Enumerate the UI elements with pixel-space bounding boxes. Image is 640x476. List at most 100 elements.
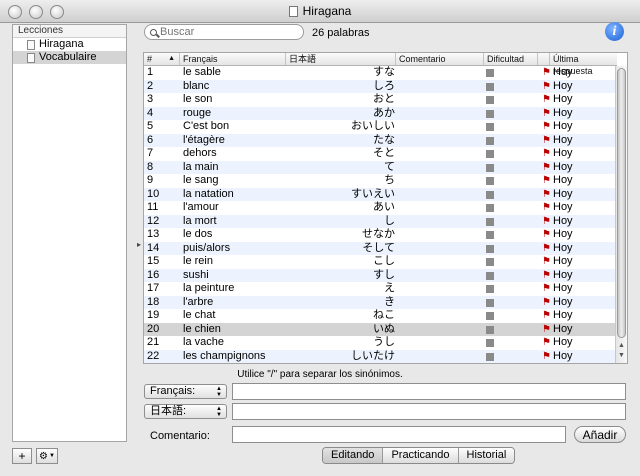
table-row[interactable]: 6 l'étagère たな ⚑ Hoy	[144, 133, 617, 148]
japanese-word[interactable]: しいたけ	[286, 350, 395, 364]
table-row[interactable]: 12 la mort し ⚑ Hoy	[144, 214, 617, 229]
french-word[interactable]: la mort	[183, 215, 283, 229]
french-word[interactable]: blanc	[183, 80, 283, 94]
french-word[interactable]: la peinture	[183, 282, 283, 296]
difficulty-indicator[interactable]	[486, 163, 494, 172]
french-word[interactable]: le sable	[183, 66, 283, 80]
french-word[interactable]: la main	[183, 161, 283, 175]
scroll-down-arrow[interactable]: ▼	[618, 352, 625, 359]
difficulty-indicator[interactable]	[486, 136, 494, 145]
close-window-button[interactable]	[8, 5, 22, 19]
japanese-word[interactable]: たな	[286, 134, 395, 148]
french-word[interactable]: la vache	[183, 336, 283, 350]
french-word[interactable]: le son	[183, 93, 283, 107]
french-word[interactable]: les champignons	[183, 350, 283, 364]
zoom-window-button[interactable]	[50, 5, 64, 19]
column-header-flag[interactable]	[538, 53, 550, 65]
french-word[interactable]: puis/alors	[183, 242, 283, 256]
table-row[interactable]: 10 la natation すいえい ⚑ Hoy	[144, 187, 617, 202]
japanese-word[interactable]: おいしい	[286, 120, 395, 134]
french-word[interactable]: la natation	[183, 188, 283, 202]
difficulty-indicator[interactable]	[486, 298, 494, 307]
scrollbar-thumb[interactable]	[617, 68, 626, 338]
difficulty-indicator[interactable]	[486, 258, 494, 266]
japanese-word[interactable]: あい	[286, 201, 395, 215]
table-row[interactable]: 21 la vache うし ⚑ Hoy	[144, 336, 617, 350]
difficulty-indicator[interactable]	[486, 123, 494, 131]
field1-input[interactable]	[232, 383, 626, 400]
difficulty-indicator[interactable]	[486, 109, 494, 118]
table-row[interactable]: 19 le chat ねこ ⚑ Hoy	[144, 309, 617, 323]
difficulty-indicator[interactable]	[486, 217, 494, 226]
field1-language-select[interactable]: Français: ▲ ▼	[144, 384, 227, 399]
table-row[interactable]: 2 blanc しろ ⚑ Hoy	[144, 79, 617, 94]
french-word[interactable]: rouge	[183, 107, 283, 121]
table-row[interactable]: 9 le sang ち ⚑ Hoy	[144, 174, 617, 188]
difficulty-indicator[interactable]	[486, 339, 494, 347]
japanese-word[interactable]: き	[286, 296, 395, 310]
table-row[interactable]: 22 les champignons しいたけ ⚑ Hoy	[144, 349, 617, 364]
french-word[interactable]: l'étagère	[183, 134, 283, 148]
difficulty-indicator[interactable]	[486, 352, 494, 361]
difficulty-indicator[interactable]	[486, 231, 494, 239]
field2-language-select[interactable]: 日本語: ▲ ▼	[144, 404, 227, 419]
japanese-word[interactable]: し	[286, 215, 395, 229]
difficulty-indicator[interactable]	[486, 285, 494, 293]
search-input[interactable]	[157, 26, 290, 38]
japanese-word[interactable]: すし	[286, 269, 395, 283]
japanese-word[interactable]: せなか	[286, 228, 395, 242]
french-word[interactable]: l'arbre	[183, 296, 283, 310]
japanese-word[interactable]: うし	[286, 336, 395, 350]
table-row[interactable]: 8 la main て ⚑ Hoy	[144, 160, 617, 175]
tab-historial[interactable]: Historial	[458, 448, 515, 463]
japanese-word[interactable]: あか	[286, 107, 395, 121]
tab-practicando[interactable]: Practicando	[383, 448, 459, 463]
japanese-word[interactable]: て	[286, 161, 395, 175]
japanese-word[interactable]: え	[286, 282, 395, 296]
french-word[interactable]: le rein	[183, 255, 283, 269]
column-header-ultima-respuesta[interactable]: Última respuesta	[550, 53, 617, 76]
japanese-word[interactable]: そと	[286, 147, 395, 161]
table-row[interactable]: 20 le chien いぬ ⚑ Hoy	[144, 322, 617, 337]
difficulty-indicator[interactable]	[486, 204, 494, 212]
difficulty-indicator[interactable]	[486, 190, 494, 199]
difficulty-indicator[interactable]	[486, 271, 494, 280]
french-word[interactable]: le chat	[183, 309, 283, 323]
field2-input[interactable]	[232, 403, 626, 420]
difficulty-indicator[interactable]	[486, 82, 494, 91]
table-scrollbar[interactable]: ▲ ▼	[615, 66, 627, 363]
sidebar-item-vocabulaire[interactable]: Vocabulaire	[13, 51, 126, 64]
difficulty-indicator[interactable]	[486, 325, 494, 334]
table-row[interactable]: 15 le rein こし ⚑ Hoy	[144, 255, 617, 269]
japanese-word[interactable]: そして	[286, 242, 395, 256]
french-word[interactable]: dehors	[183, 147, 283, 161]
add-lesson-button[interactable]: +	[12, 448, 32, 464]
table-row[interactable]: 13 le dos せなか ⚑ Hoy	[144, 228, 617, 242]
french-word[interactable]: le dos	[183, 228, 283, 242]
french-word[interactable]: l'amour	[183, 201, 283, 215]
japanese-word[interactable]: こし	[286, 255, 395, 269]
search-field[interactable]	[144, 24, 304, 40]
difficulty-indicator[interactable]	[486, 177, 494, 185]
scroll-up-arrow[interactable]: ▲	[618, 342, 625, 349]
info-icon[interactable]: i	[605, 22, 624, 41]
table-row[interactable]: 16 sushi すし ⚑ Hoy	[144, 268, 617, 283]
french-word[interactable]: le chien	[183, 323, 283, 337]
column-header-dificultad[interactable]: Dificultad	[484, 53, 538, 65]
table-row[interactable]: 3 le son おと ⚑ Hoy	[144, 93, 617, 107]
difficulty-indicator[interactable]	[486, 244, 494, 253]
japanese-word[interactable]: ち	[286, 174, 395, 188]
french-word[interactable]: sushi	[183, 269, 283, 283]
japanese-word[interactable]: おと	[286, 93, 395, 107]
japanese-word[interactable]: すな	[286, 66, 395, 80]
column-header-japanese[interactable]: 日本語	[286, 53, 396, 65]
japanese-word[interactable]: ねこ	[286, 309, 395, 323]
difficulty-indicator[interactable]	[486, 312, 494, 320]
column-header-comentario[interactable]: Comentario	[396, 53, 484, 65]
table-row[interactable]: 11 l'amour あい ⚑ Hoy	[144, 201, 617, 215]
column-header-number[interactable]: # ▲	[144, 53, 180, 65]
add-button[interactable]: Añadir	[574, 426, 626, 443]
gear-menu-button[interactable]: ⚙ ▼	[36, 448, 58, 464]
table-row[interactable]: 14 puis/alors そして ⚑ Hoy	[144, 241, 617, 256]
table-row[interactable]: 1 le sable すな ⚑ Hoy	[144, 66, 617, 80]
